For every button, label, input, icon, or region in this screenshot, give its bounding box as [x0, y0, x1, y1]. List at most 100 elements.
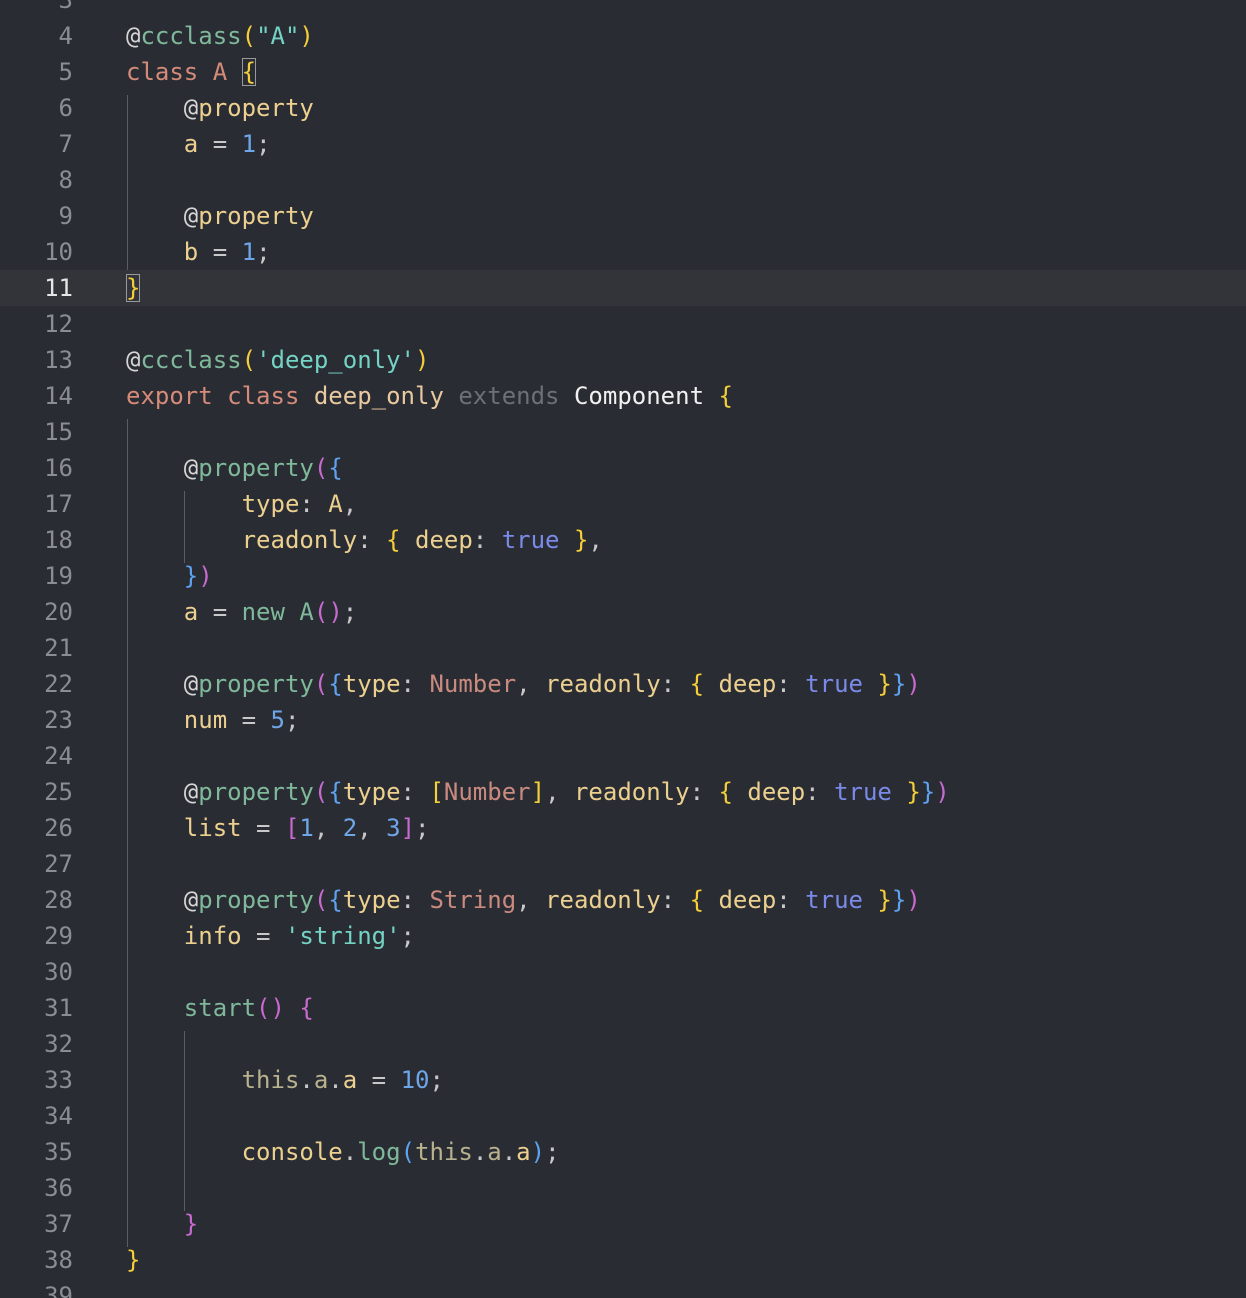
code-token: property: [198, 454, 314, 482]
code-token: (: [400, 1138, 416, 1166]
code-line[interactable]: 32: [0, 1026, 1246, 1062]
code-line[interactable]: 7 a = 1;: [0, 126, 1246, 162]
line-number: 6: [58, 94, 73, 122]
code-line[interactable]: 6 @property: [0, 90, 1246, 126]
code-token: property: [198, 886, 314, 914]
code-line[interactable]: 3: [0, 0, 1246, 18]
code-line[interactable]: 17 type: A,: [0, 486, 1246, 522]
code-text: list = [1, 2, 3];: [126, 810, 430, 846]
code-token: ,: [516, 886, 546, 914]
code-token: ;: [284, 706, 300, 734]
code-line[interactable]: 9 @property: [0, 198, 1246, 234]
code-token: ;: [256, 130, 271, 158]
code-token: :: [400, 670, 430, 698]
code-line[interactable]: 25 @property({type: [Number], readonly: …: [0, 774, 1246, 810]
code-token: @: [126, 346, 141, 374]
code-token: }: [891, 670, 907, 698]
code-editor[interactable]: 3 4 @ccclass("A") 5 class A {6 @property 7 a …: [0, 0, 1246, 1298]
code-line[interactable]: 33 this.a.a = 10;: [0, 1062, 1246, 1098]
code-line[interactable]: 21: [0, 630, 1246, 666]
code-line[interactable]: 19 }): [0, 558, 1246, 594]
code-line[interactable]: 18 readonly: { deep: true },: [0, 522, 1246, 558]
code-token: 3: [386, 814, 401, 842]
code-token: :: [689, 778, 719, 806]
code-line[interactable]: 4 @ccclass("A"): [0, 18, 1246, 54]
code-text: }: [126, 270, 141, 306]
code-line[interactable]: 28 @property({type: String, readonly: { …: [0, 882, 1246, 918]
code-line[interactable]: 13 @ccclass('deep_only'): [0, 342, 1246, 378]
line-number: 35: [44, 1138, 73, 1166]
code-line[interactable]: 34: [0, 1098, 1246, 1134]
code-line[interactable]: 23 num = 5;: [0, 702, 1246, 738]
code-token: (: [313, 670, 329, 698]
code-token: }: [183, 562, 199, 590]
line-number: 3: [58, 0, 73, 14]
code-token: }: [126, 274, 141, 302]
code-token: this: [241, 1066, 300, 1094]
code-token: type: [342, 778, 401, 806]
code-text: }: [126, 1206, 198, 1242]
line-number: 14: [44, 382, 73, 410]
line-number: 24: [44, 742, 73, 770]
code-token: readonly: [241, 526, 358, 554]
code-line[interactable]: 37 }: [0, 1206, 1246, 1242]
code-line[interactable]: 38}: [0, 1242, 1246, 1278]
code-line[interactable]: 31 start() {: [0, 990, 1246, 1026]
code-line[interactable]: 30: [0, 954, 1246, 990]
code-token: ): [415, 346, 430, 374]
code-token: ): [935, 778, 950, 806]
code-line[interactable]: 26 list = [1, 2, 3];: [0, 810, 1246, 846]
code-line[interactable]: 20 a = new A();: [0, 594, 1246, 630]
code-token: =: [241, 814, 285, 842]
code-line[interactable]: 24: [0, 738, 1246, 774]
code-token: (: [241, 346, 257, 374]
code-line[interactable]: 27: [0, 846, 1246, 882]
code-text: @ccclass('deep_only'): [126, 342, 429, 378]
code-token: @: [183, 670, 199, 698]
code-token: a: [183, 130, 199, 158]
line-number: 17: [44, 490, 73, 518]
code-line[interactable]: 10 b = 1;: [0, 234, 1246, 270]
code-token: :: [400, 886, 430, 914]
code-line[interactable]: 5 class A {: [0, 54, 1246, 90]
code-line[interactable]: 15: [0, 414, 1246, 450]
code-line[interactable]: 11}: [0, 270, 1246, 306]
code-token: type: [241, 490, 300, 518]
code-line[interactable]: 39: [0, 1278, 1246, 1298]
code-token: ;: [545, 1138, 560, 1166]
code-line[interactable]: 14 export class deep_only extends Compone…: [0, 378, 1246, 414]
code-token: {: [718, 778, 733, 806]
code-token: list: [183, 814, 242, 842]
code-line[interactable]: 29 info = 'string';: [0, 918, 1246, 954]
line-number: 4: [58, 22, 73, 50]
code-line[interactable]: 12: [0, 306, 1246, 342]
code-token: :: [776, 886, 806, 914]
code-token: {: [718, 382, 733, 410]
line-number: 10: [44, 238, 73, 266]
code-line[interactable]: 35 console.log(this.a.a);: [0, 1134, 1246, 1170]
line-number: 7: [58, 130, 73, 158]
code-token: 'deep_only': [256, 346, 416, 374]
code-token: :: [400, 778, 430, 806]
code-text: @ccclass("A"): [126, 18, 314, 54]
code-text: num = 5;: [126, 702, 300, 738]
line-number: 8: [58, 166, 73, 194]
code-token: @: [183, 94, 199, 122]
code-token: ,: [313, 814, 343, 842]
code-line[interactable]: 16 @property({: [0, 450, 1246, 486]
code-line[interactable]: 8: [0, 162, 1246, 198]
code-line[interactable]: 22 @property({type: Number, readonly: { …: [0, 666, 1246, 702]
code-line[interactable]: 36: [0, 1170, 1246, 1206]
code-token: (: [313, 778, 329, 806]
line-number: 33: [44, 1066, 73, 1094]
line-number: 18: [44, 526, 73, 554]
